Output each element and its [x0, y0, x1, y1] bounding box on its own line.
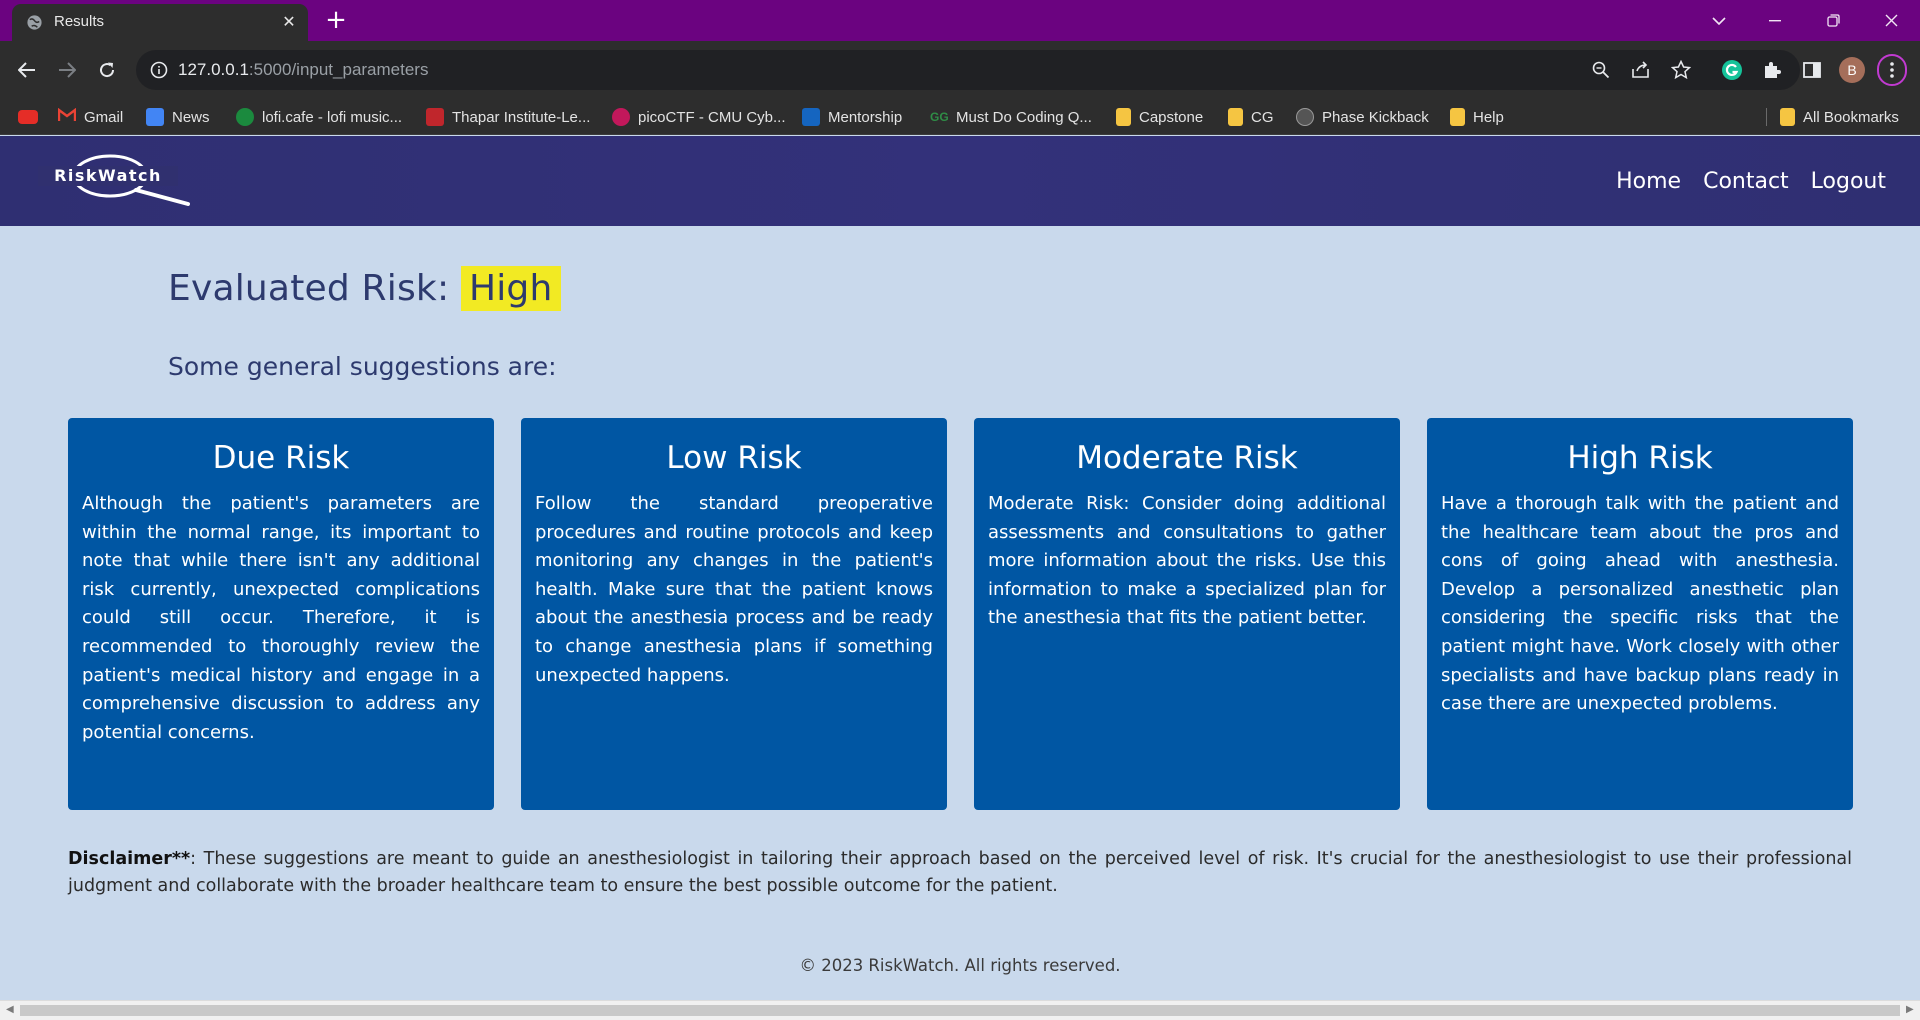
card-title: Due Risk: [212, 440, 350, 476]
bookmark-youtube[interactable]: [18, 99, 38, 135]
card-text: Follow the standard preoperative procedu…: [535, 493, 933, 686]
scrollbar-thumb[interactable]: [20, 1005, 1900, 1016]
bookmark-gfg[interactable]: GG Must Do Coding Q...: [930, 99, 1092, 135]
card-low-risk: Low Risk Follow the standard preoperativ…: [521, 418, 947, 810]
lofi-icon: [236, 108, 254, 126]
card-title: Moderate Risk: [1076, 440, 1298, 476]
bookmark-gmail[interactable]: Gmail: [57, 99, 123, 135]
bookmark-help[interactable]: Help: [1450, 99, 1504, 135]
site-navbar: RiskWatch Home Contact Logout: [0, 136, 1920, 226]
reload-button[interactable]: [90, 53, 124, 87]
nav-home-link[interactable]: Home: [1616, 169, 1681, 194]
risk-heading-label: Evaluated Risk:: [168, 268, 450, 309]
close-window-button[interactable]: [1868, 0, 1914, 41]
browser-toolbar: 127.0.0.1:5000/input_parameters B: [0, 41, 1920, 99]
bookmark-picoctf[interactable]: picoCTF - CMU Cyb...: [612, 99, 786, 135]
zoom-icon[interactable]: [1590, 59, 1612, 81]
thapar-icon: [426, 108, 444, 126]
bookmark-lofi[interactable]: lofi.cafe - lofi music...: [236, 99, 402, 135]
browser-tabstrip: Results ✕ +: [0, 0, 1920, 41]
minimize-button[interactable]: [1752, 0, 1798, 41]
horizontal-scrollbar[interactable]: ◀ ▶: [0, 1000, 1920, 1020]
tab-title: Results: [54, 13, 105, 30]
news-icon: [146, 108, 164, 126]
bookmark-phase-kickback[interactable]: Phase Kickback: [1296, 99, 1429, 135]
bookmark-star-icon[interactable]: [1670, 59, 1692, 81]
gfg-icon: GG: [930, 110, 949, 124]
site-info-icon[interactable]: [150, 61, 168, 79]
side-panel-icon[interactable]: [1797, 55, 1827, 85]
grammarly-icon[interactable]: [1717, 55, 1747, 85]
mentorship-icon: [802, 108, 820, 126]
tab-search-icon[interactable]: [1696, 0, 1742, 41]
card-text: Moderate Risk: Consider doing additional…: [988, 493, 1386, 629]
riskwatch-logo[interactable]: RiskWatch: [36, 148, 196, 214]
globe-icon: [27, 15, 42, 30]
card-title: High Risk: [1567, 440, 1713, 476]
back-button[interactable]: [10, 53, 44, 87]
disclaimer-text: : These suggestions are meant to guide a…: [68, 849, 1852, 896]
suggestion-cards: Due Risk Although the patient's paramete…: [68, 418, 1853, 810]
menu-kebab-icon[interactable]: [1877, 54, 1907, 86]
bookmark-mentorship[interactable]: Mentorship: [802, 99, 902, 135]
card-moderate-risk: Moderate Risk Moderate Risk: Consider do…: [974, 418, 1400, 810]
footer-copyright: © 2023 RiskWatch. All rights reserved.: [799, 956, 1121, 975]
all-bookmarks-button[interactable]: All Bookmarks: [1780, 99, 1899, 135]
evaluated-risk-heading: Evaluated Risk: High: [168, 266, 561, 311]
picoctf-icon: [612, 108, 630, 126]
card-due-risk: Due Risk Although the patient's paramete…: [68, 418, 494, 810]
share-icon[interactable]: [1630, 59, 1652, 81]
card-high-risk: High Risk Have a thorough talk with the …: [1427, 418, 1853, 810]
bookmark-capstone[interactable]: Capstone: [1116, 99, 1203, 135]
risk-level-badge: High: [460, 266, 561, 311]
card-text: Although the patient's parameters are wi…: [82, 493, 480, 743]
browser-tab[interactable]: Results ✕: [12, 4, 308, 41]
folder-icon: [1450, 108, 1465, 126]
forward-button[interactable]: [50, 53, 84, 87]
disclaimer: Disclaimer**: These suggestions are mean…: [68, 846, 1852, 900]
disclaimer-label: Disclaimer**: [68, 849, 191, 869]
bookmark-cg[interactable]: CG: [1228, 99, 1274, 135]
profile-avatar[interactable]: B: [1837, 55, 1867, 85]
suggestions-subheading: Some general suggestions are:: [168, 352, 557, 381]
extensions-icon[interactable]: [1757, 55, 1787, 85]
bookmark-news[interactable]: News: [146, 99, 210, 135]
folder-icon: [1228, 108, 1243, 126]
svg-text:RiskWatch: RiskWatch: [54, 166, 162, 185]
folder-icon: [1780, 108, 1795, 126]
restore-button[interactable]: [1810, 0, 1856, 41]
nav-contact-link[interactable]: Contact: [1703, 169, 1789, 194]
youtube-icon: [18, 110, 38, 124]
bookmark-thapar[interactable]: Thapar Institute-Le...: [426, 99, 590, 135]
globe-icon: [1296, 108, 1314, 126]
tab-close-icon[interactable]: ✕: [280, 13, 298, 31]
nav-logout-link[interactable]: Logout: [1811, 169, 1886, 194]
gmail-icon: [57, 107, 77, 126]
nav-links: Home Contact Logout: [1616, 136, 1886, 226]
bookmarks-bar: Gmail News lofi.cafe - lofi music... Tha…: [0, 99, 1920, 135]
folder-icon: [1116, 108, 1131, 126]
scroll-right-icon[interactable]: ▶: [1906, 1004, 1914, 1015]
card-title: Low Risk: [666, 440, 802, 476]
url-text[interactable]: 127.0.0.1:5000/input_parameters: [178, 60, 428, 80]
address-bar[interactable]: 127.0.0.1:5000/input_parameters: [136, 50, 1800, 90]
card-text: Have a thorough talk with the patient an…: [1441, 493, 1839, 715]
bookmarks-divider: [1766, 108, 1767, 126]
scroll-left-icon[interactable]: ◀: [6, 1004, 14, 1015]
new-tab-button[interactable]: +: [322, 7, 350, 35]
